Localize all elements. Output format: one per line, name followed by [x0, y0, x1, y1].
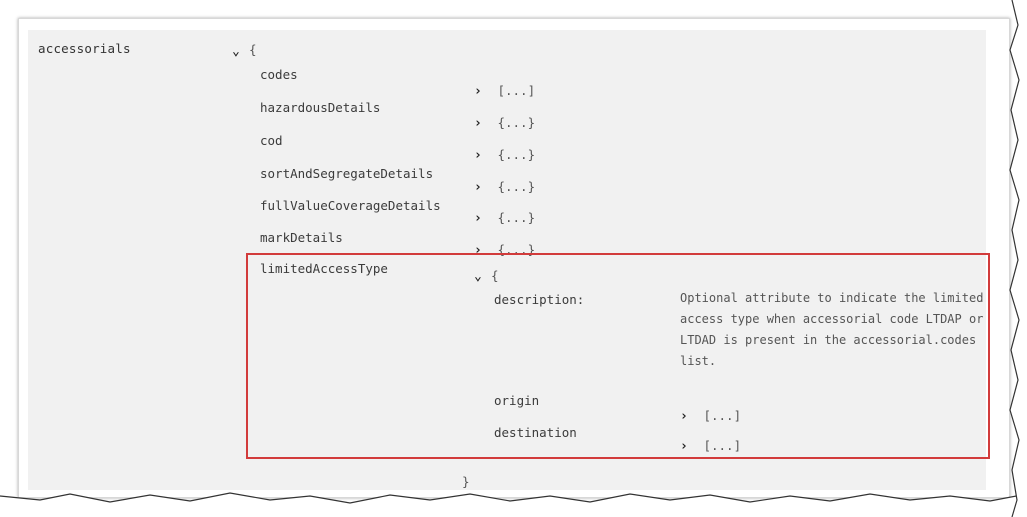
- description-label: description:: [494, 292, 585, 307]
- codes-toggle[interactable]: › [...]: [474, 80, 535, 99]
- chevron-right-icon: ›: [474, 116, 482, 131]
- limitedAccessType-open-brace: {: [491, 268, 499, 283]
- cod-toggle[interactable]: › {...}: [474, 144, 535, 163]
- property-name: sortAndSegregateDetails: [260, 166, 434, 181]
- accessorials-open-brace: {: [249, 42, 257, 57]
- sortAndSegregateDetails-toggle[interactable]: › {...}: [474, 176, 535, 195]
- property-name: markDetails: [260, 230, 343, 245]
- collapsed-value: [...]: [497, 83, 536, 98]
- origin-label: origin: [494, 393, 540, 408]
- chevron-right-icon: ›: [474, 211, 482, 226]
- chevron-right-icon: ›: [474, 148, 482, 163]
- property-name: hazardousDetails: [260, 100, 381, 115]
- chevron-right-icon: ›: [680, 439, 688, 454]
- fullValueCoverageDetails-toggle[interactable]: › {...}: [474, 207, 535, 226]
- chevron-right-icon: ›: [474, 180, 482, 195]
- accessorials-close-brace: }: [462, 474, 470, 489]
- description-text: Optional attribute to indicate the limit…: [680, 291, 984, 368]
- origin-value: [...]: [703, 408, 742, 423]
- property-name: codes: [260, 67, 298, 82]
- collapsed-value: {...}: [497, 115, 536, 130]
- torn-edge-right: [1009, 0, 1027, 517]
- hazardousDetails-toggle[interactable]: › {...}: [474, 112, 535, 131]
- torn-edge-bottom: [0, 492, 1027, 517]
- collapsed-value: {...}: [497, 210, 536, 225]
- limitedAccessType-label: limitedAccessType: [260, 261, 388, 276]
- accessorials-toggle[interactable]: ⌄: [232, 40, 240, 59]
- chevron-down-icon: ⌄: [474, 269, 482, 284]
- chevron-right-icon: ›: [680, 409, 688, 424]
- origin-toggle[interactable]: › [...]: [680, 405, 741, 424]
- property-name: cod: [260, 133, 283, 148]
- destination-label: destination: [494, 425, 577, 440]
- chevron-down-icon: ⌄: [232, 44, 240, 59]
- collapsed-value: {...}: [497, 179, 536, 194]
- accessorials-label: accessorials: [38, 41, 131, 56]
- property-name: fullValueCoverageDetails: [260, 198, 441, 213]
- chevron-right-icon: ›: [474, 84, 482, 99]
- destination-value: [...]: [703, 438, 742, 453]
- limitedAccessType-toggle[interactable]: ⌄: [474, 265, 482, 284]
- collapsed-value: {...}: [497, 147, 536, 162]
- destination-toggle[interactable]: › [...]: [680, 435, 741, 454]
